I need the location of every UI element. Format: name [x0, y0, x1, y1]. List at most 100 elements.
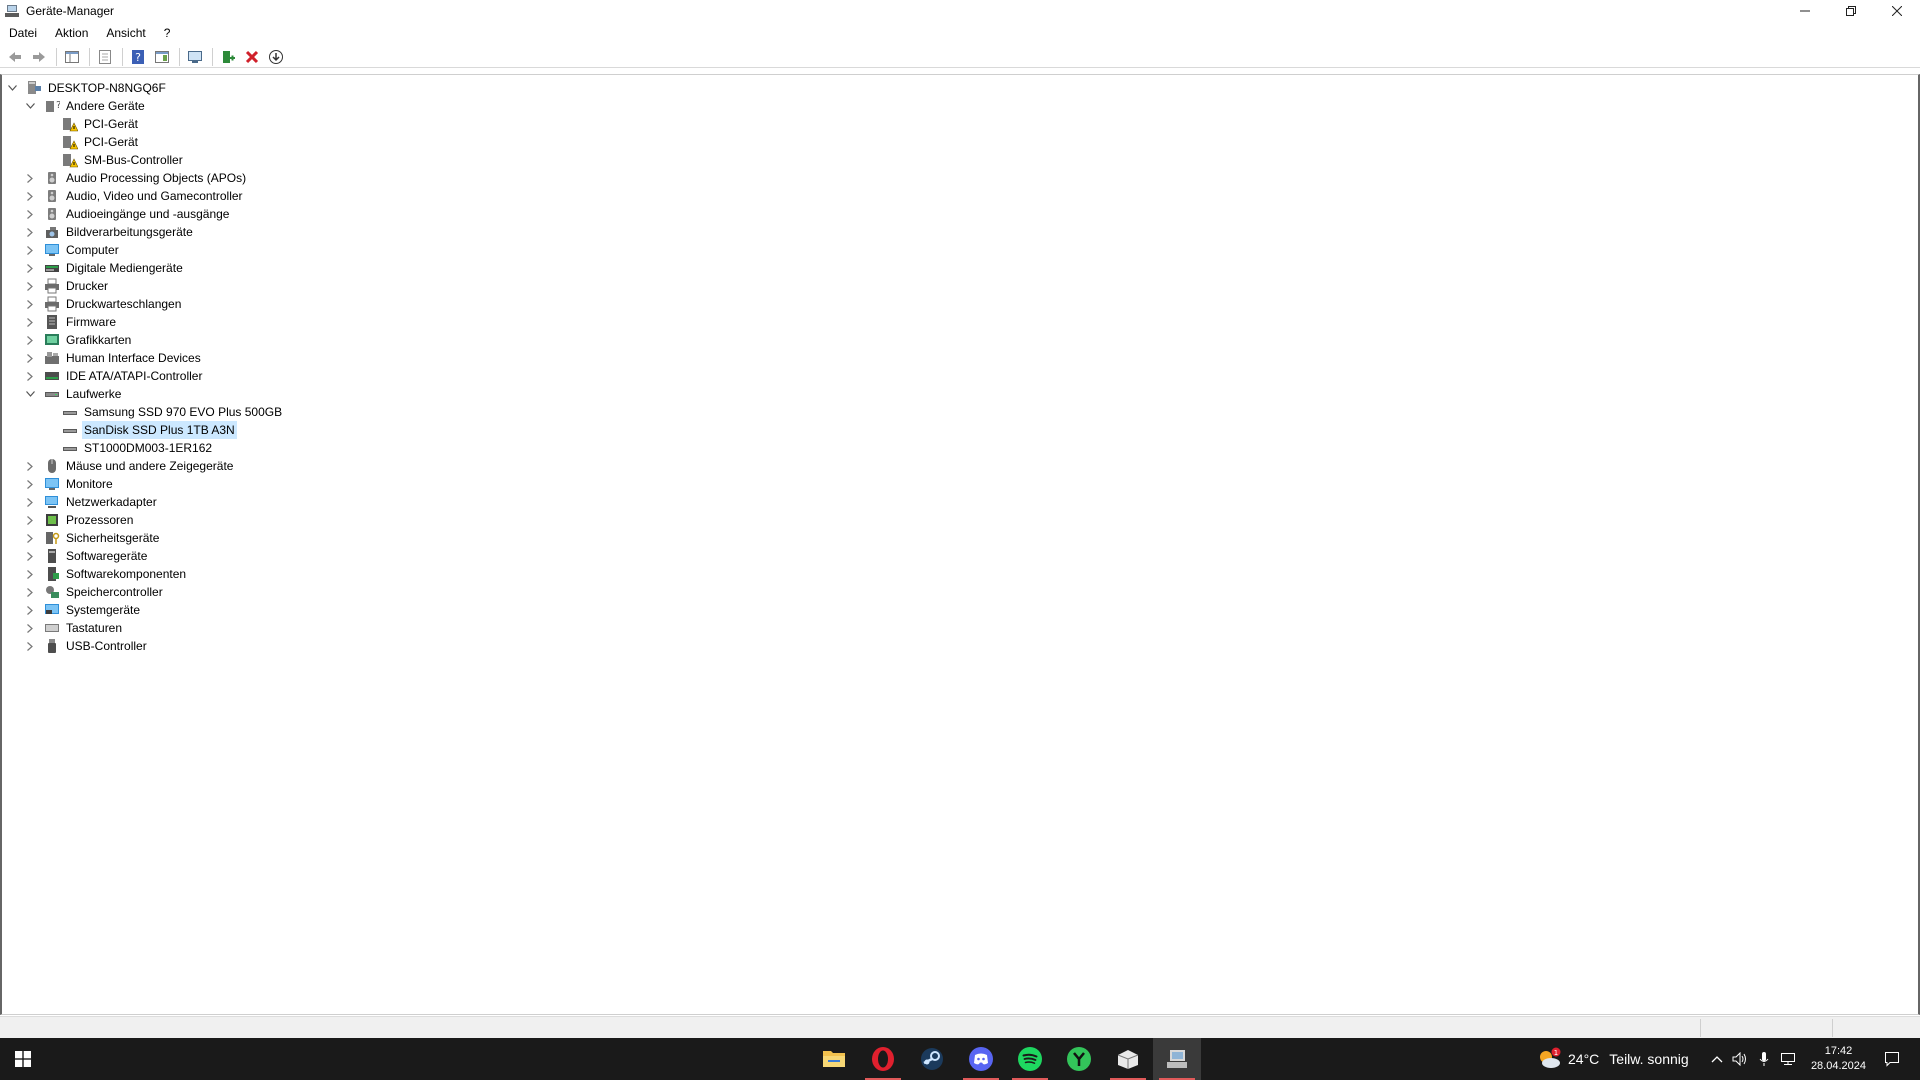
tree-device-sandisk-ssd-plus-1tb-a3n[interactable]: SanDisk SSD Plus 1TB A3N [62, 421, 237, 439]
expand-chevron-icon[interactable] [24, 619, 36, 637]
network-button[interactable] [1776, 1052, 1800, 1066]
tree-category-audioeingaenge-und-ausgaenge[interactable]: Audioeingänge und -ausgänge [27, 205, 231, 223]
expand-chevron-icon[interactable] [24, 187, 36, 205]
taskbar-spotify[interactable] [1006, 1038, 1054, 1080]
tree-category-grafikkarten[interactable]: Grafikkarten [27, 331, 133, 349]
weather-partly-sunny-icon: 1 [1540, 1047, 1561, 1068]
tree-category-ide-ata-atapi-controller[interactable]: IDE ATA/ATAPI-Controller [27, 367, 204, 385]
expand-chevron-icon[interactable] [24, 223, 36, 241]
volume-button[interactable] [1728, 1052, 1752, 1066]
menu-aktion[interactable]: Aktion [46, 24, 97, 42]
action-center-button[interactable] [1874, 1038, 1910, 1080]
taskbar-box-app[interactable] [1104, 1038, 1152, 1080]
enable-device-button[interactable] [265, 47, 287, 67]
expand-chevron-icon[interactable] [24, 475, 36, 493]
restore-icon [1846, 6, 1856, 16]
collapse-chevron-icon[interactable] [24, 97, 36, 115]
expand-chevron-icon[interactable] [24, 601, 36, 619]
tree-root-computer[interactable]: DESKTOP-N8NGQ6F [7, 79, 168, 97]
expand-chevron-icon[interactable] [24, 511, 36, 529]
computer-root-icon [26, 80, 42, 96]
expand-chevron-icon[interactable] [24, 349, 36, 367]
tree-device-samsung-ssd-970-evo-plus-500gb[interactable]: Samsung SSD 970 EVO Plus 500GB [62, 403, 284, 421]
collapse-chevron-icon[interactable] [24, 385, 36, 403]
expand-chevron-icon[interactable] [24, 547, 36, 565]
expand-chevron-icon[interactable] [24, 529, 36, 547]
expand-chevron-icon[interactable] [24, 259, 36, 277]
tree-category-digitale-mediengeraete[interactable]: Digitale Mediengeräte [27, 259, 185, 277]
menu-datei[interactable]: Datei [0, 24, 46, 42]
start-button[interactable] [0, 1038, 46, 1080]
tree-item-label: Firmware [66, 315, 116, 329]
taskbar-file-explorer[interactable] [810, 1038, 858, 1080]
expand-chevron-icon[interactable] [24, 367, 36, 385]
tree-category-tastaturen[interactable]: Tastaturen [27, 619, 124, 637]
tree-category-druckwarteschlangen[interactable]: Druckwarteschlangen [27, 295, 183, 313]
tree-item-label: Systemgeräte [66, 603, 141, 617]
tree-item-label: Sicherheitsgeräte [66, 531, 160, 545]
tree-category-human-interface-devices[interactable]: Human Interface Devices [27, 349, 203, 367]
taskbar-steam[interactable] [908, 1038, 956, 1080]
action-pane-button[interactable] [151, 47, 173, 67]
taskbar-opera[interactable] [859, 1038, 907, 1080]
tree-device-sm-bus-controller[interactable]: SM-Bus-Controller [62, 151, 185, 169]
tree-category-prozessoren[interactable]: Prozessoren [27, 511, 135, 529]
tree-category-softwarekomponenten[interactable]: Softwarekomponenten [27, 565, 188, 583]
tree-category-systemgeraete[interactable]: Systemgeräte [27, 601, 142, 619]
update-driver-button[interactable] [217, 47, 239, 67]
scan-hardware-button[interactable] [184, 47, 206, 67]
tree-device-st1000dm003-1er162[interactable]: ST1000DM003-1ER162 [62, 439, 214, 457]
tree-category-softwaregeraete[interactable]: Softwaregeräte [27, 547, 149, 565]
expand-chevron-icon[interactable] [24, 313, 36, 331]
tree-item-label: Computer [66, 243, 119, 257]
tree-device-pci-geraet[interactable]: PCI-Gerät [62, 115, 140, 133]
clock[interactable]: 17:42 28.04.2024 [1811, 1044, 1866, 1074]
forward-button[interactable] [28, 47, 50, 67]
expand-chevron-icon[interactable] [24, 637, 36, 655]
tree-category-maeuse-und-andere-zeigegeraete[interactable]: Mäuse und andere Zeigegeräte [27, 457, 235, 475]
close-button[interactable] [1874, 0, 1920, 22]
tree-device-pci-geraet[interactable]: PCI-Gerät [62, 133, 140, 151]
menu-help[interactable]: ? [155, 24, 180, 42]
expand-chevron-icon[interactable] [24, 277, 36, 295]
tree-category-bildverarbeitungsgeraete[interactable]: Bildverarbeitungsgeräte [27, 223, 195, 241]
weather-temperature: 24°C [1568, 1051, 1600, 1067]
tree-category-drucker[interactable]: Drucker [27, 277, 110, 295]
expand-chevron-icon[interactable] [24, 205, 36, 223]
tree-category-audio-video-und-gamecontroller[interactable]: Audio, Video und Gamecontroller [27, 187, 245, 205]
expand-chevron-icon[interactable] [24, 169, 36, 187]
taskbar-green-app[interactable] [1055, 1038, 1103, 1080]
expand-chevron-icon[interactable] [24, 493, 36, 511]
expand-chevron-icon[interactable] [24, 583, 36, 601]
microphone-button[interactable] [1752, 1051, 1776, 1067]
restore-button[interactable] [1828, 0, 1874, 22]
tree-category-sicherheitsgeraete[interactable]: Sicherheitsgeräte [27, 529, 161, 547]
weather-widget[interactable]: 1 24°C Teilw. sonnig [1536, 1038, 1689, 1080]
menu-ansicht[interactable]: Ansicht [97, 24, 154, 42]
collapse-chevron-icon[interactable] [6, 79, 18, 97]
tree-category-audio-processing-objects-apos[interactable]: Audio Processing Objects (APOs) [27, 169, 248, 187]
show-hidden-icons-button[interactable] [1706, 1055, 1728, 1063]
taskbar-device-manager[interactable] [1153, 1038, 1201, 1080]
minimize-button[interactable] [1782, 0, 1828, 22]
tree-category-monitore[interactable]: Monitore [27, 475, 115, 493]
tree-category-laufwerke[interactable]: Laufwerke [25, 385, 123, 403]
tree-category-andere-geraete[interactable]: ? Andere Geräte [25, 97, 147, 115]
tree-item-label: SanDisk SSD Plus 1TB A3N [82, 421, 237, 439]
show-hide-tree-button[interactable] [61, 47, 83, 67]
expand-chevron-icon[interactable] [24, 565, 36, 583]
expand-chevron-icon[interactable] [24, 457, 36, 475]
uninstall-button[interactable] [241, 47, 263, 67]
taskbar-discord[interactable] [957, 1038, 1005, 1080]
properties-button[interactable] [94, 47, 116, 67]
help-button[interactable]: ? [127, 47, 149, 67]
expand-chevron-icon[interactable] [24, 331, 36, 349]
tree-category-firmware[interactable]: Firmware [27, 313, 118, 331]
expand-chevron-icon[interactable] [24, 241, 36, 259]
expand-chevron-icon[interactable] [24, 295, 36, 313]
back-button[interactable] [4, 47, 26, 67]
tree-category-computer[interactable]: Computer [27, 241, 121, 259]
tree-category-speichercontroller[interactable]: Speichercontroller [27, 583, 165, 601]
tree-category-netzwerkadapter[interactable]: Netzwerkadapter [27, 493, 159, 511]
tree-category-usb-controller[interactable]: USB-Controller [27, 637, 149, 655]
